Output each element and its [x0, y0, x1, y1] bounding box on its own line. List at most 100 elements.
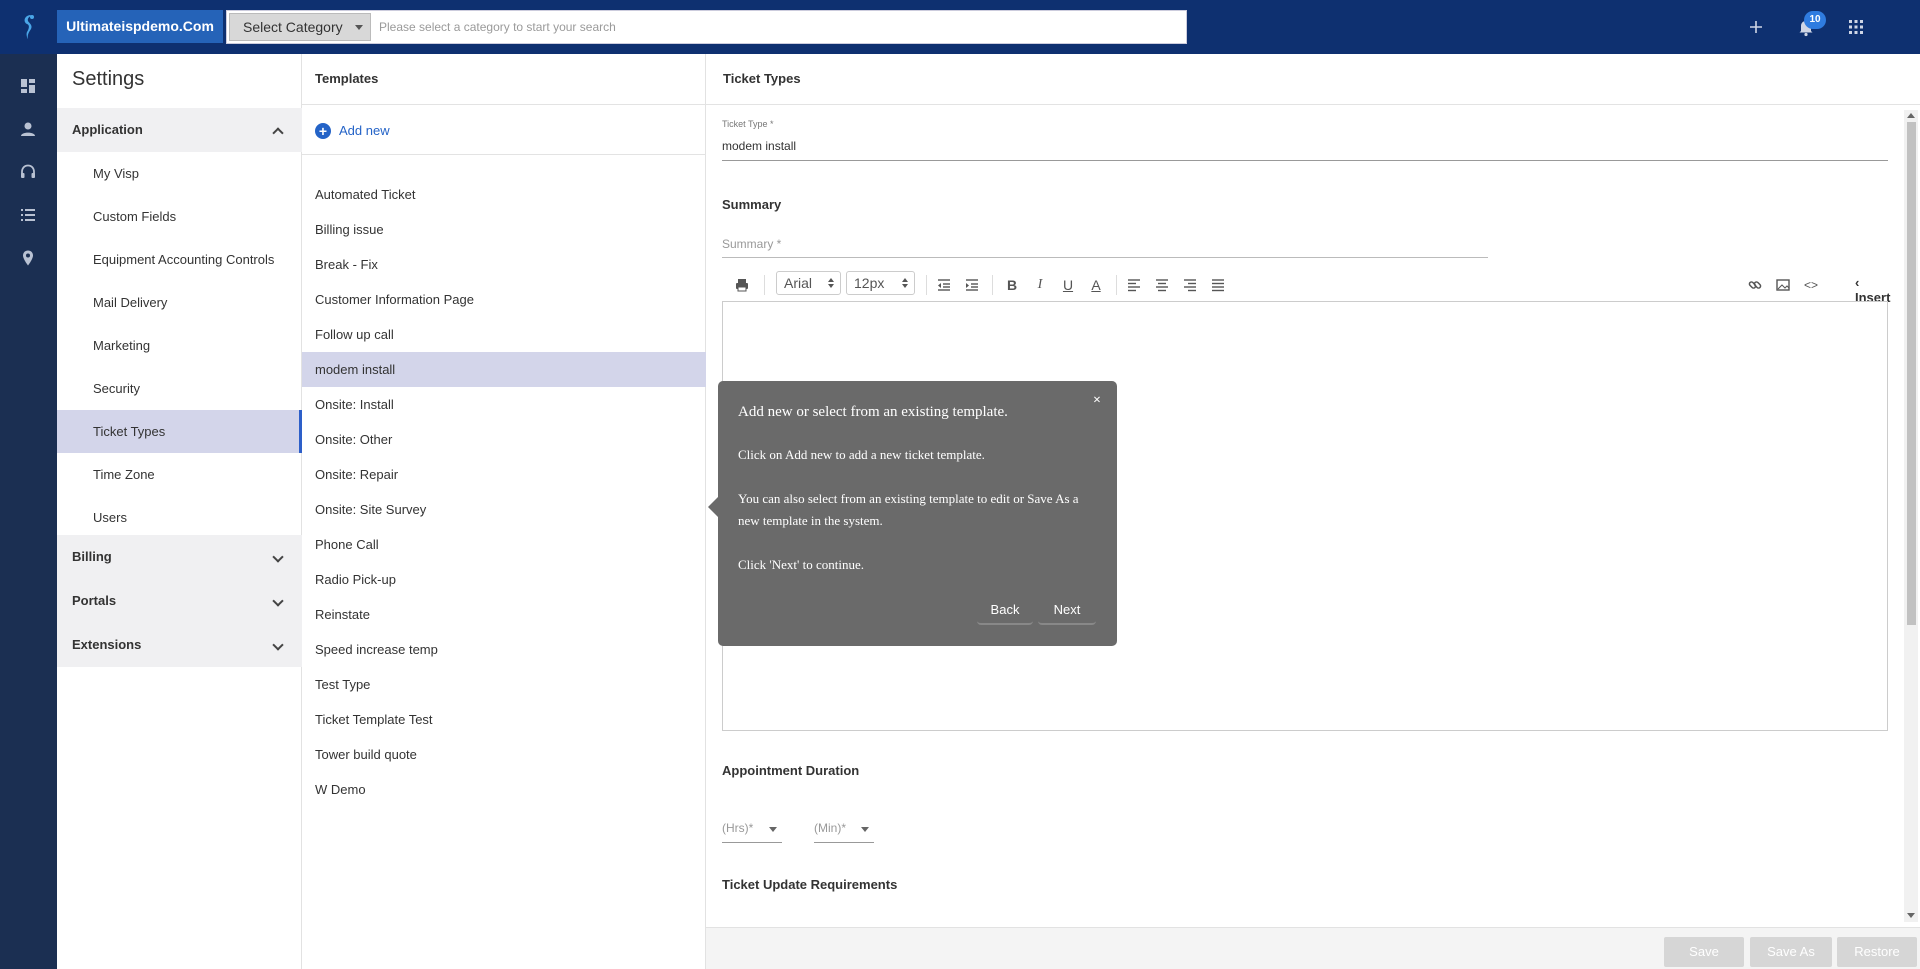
template-item[interactable]: Tower build quote	[302, 737, 706, 772]
add-new-button[interactable]: + Add new	[315, 121, 390, 141]
summary-input[interactable]: Summary *	[722, 237, 781, 251]
close-icon[interactable]: ×	[1093, 393, 1101, 409]
align-right-icon[interactable]	[1182, 277, 1198, 293]
font-size-select[interactable]: 12px	[846, 271, 915, 295]
template-item[interactable]: Break - Fix	[302, 247, 706, 282]
image-icon[interactable]	[1775, 277, 1791, 293]
nav-item-equipment-accounting-controls[interactable]: Equipment Accounting Controls	[57, 238, 302, 281]
template-item[interactable]: Ticket Template Test	[302, 702, 706, 737]
template-item[interactable]: Onsite: Repair	[302, 457, 706, 492]
left-rail: ?	[0, 54, 57, 969]
template-item[interactable]: W Demo	[302, 772, 706, 807]
ticket-update-requirements-heading: Ticket Update Requirements	[722, 877, 898, 892]
settings-nav: Settings Application My Visp Custom Fiel…	[57, 54, 302, 969]
font-family-value: Arial	[784, 275, 813, 291]
search-input[interactable]	[379, 13, 1179, 41]
template-item[interactable]: Radio Pick-up	[302, 562, 706, 597]
print-icon[interactable]	[734, 277, 750, 293]
hours-placeholder: (Hrs)*	[722, 821, 754, 835]
text-color-icon[interactable]: A	[1088, 277, 1104, 293]
scroll-up-arrow-icon[interactable]	[1907, 113, 1915, 118]
indent-icon[interactable]	[964, 277, 980, 293]
restore-button[interactable]: Restore	[1837, 937, 1917, 967]
nav-section-portals[interactable]: Portals	[57, 579, 302, 623]
template-item[interactable]: Follow up call	[302, 317, 706, 352]
template-item[interactable]: Speed increase temp	[302, 632, 706, 667]
font-size-value: 12px	[854, 275, 885, 291]
template-item[interactable]: Onsite: Install	[302, 387, 706, 422]
nav-section-label: Extensions	[72, 637, 142, 652]
template-item[interactable]: Automated Ticket	[302, 177, 706, 212]
back-button[interactable]: Back	[977, 597, 1033, 625]
nav-section-application[interactable]: Application	[57, 108, 302, 152]
map-pin-icon[interactable]	[18, 248, 38, 268]
chevron-down-icon	[272, 595, 284, 607]
underline-icon[interactable]: U	[1060, 277, 1076, 293]
ticket-type-input[interactable]: modem install	[722, 139, 796, 153]
notification-badge: 10	[1804, 11, 1826, 29]
nav-section-label: Billing	[72, 549, 112, 564]
chevron-left-icon: ‹	[1855, 275, 1860, 290]
toolbar-divider	[926, 275, 927, 295]
brand-button[interactable]: Ultimateispdemo.Com	[57, 10, 223, 43]
next-button[interactable]: Next	[1038, 597, 1096, 625]
add-new-label: Add new	[339, 123, 390, 138]
align-left-icon[interactable]	[1126, 277, 1142, 293]
template-item[interactable]: Reinstate	[302, 597, 706, 632]
nav-item-my-visp[interactable]: My Visp	[57, 152, 302, 195]
hours-select[interactable]: (Hrs)*	[722, 821, 782, 841]
category-select[interactable]: Select Category	[229, 13, 371, 41]
minutes-select[interactable]: (Min)*	[814, 821, 874, 841]
scrollbar-thumb[interactable]	[1907, 122, 1916, 625]
updown-arrow-icon	[902, 278, 908, 288]
save-as-button[interactable]: Save As	[1750, 937, 1832, 967]
bold-icon[interactable]: B	[1004, 277, 1020, 293]
plus-circle-icon: +	[315, 123, 331, 139]
nav-section-label: Application	[72, 122, 143, 137]
app-logo-icon[interactable]	[18, 12, 40, 42]
nav-item-security[interactable]: Security	[57, 367, 302, 410]
list-icon[interactable]	[18, 205, 38, 225]
summary-heading: Summary	[722, 197, 782, 212]
scrollbar[interactable]	[1904, 110, 1918, 922]
scroll-down-arrow-icon[interactable]	[1907, 913, 1915, 918]
font-family-select[interactable]: Arial	[776, 271, 841, 295]
nav-item-ticket-types[interactable]: Ticket Types	[57, 410, 302, 453]
save-button[interactable]: Save	[1664, 937, 1744, 967]
italic-icon[interactable]: I	[1032, 277, 1048, 293]
nav-item-mail-delivery[interactable]: Mail Delivery	[57, 281, 302, 324]
popover-title: Add new or select from an existing templ…	[738, 404, 1008, 420]
global-search: Select Category	[226, 10, 1187, 44]
nav-item-marketing[interactable]: Marketing	[57, 324, 302, 367]
link-icon[interactable]	[1747, 277, 1763, 293]
nav-section-billing[interactable]: Billing	[57, 535, 302, 579]
nav-section-extensions[interactable]: Extensions	[57, 623, 302, 667]
template-item[interactable]: Billing issue	[302, 212, 706, 247]
popover-text: Click on Add new to add a new ticket tem…	[738, 447, 985, 462]
settings-title: Settings	[72, 68, 145, 90]
template-item[interactable]: Onsite: Other	[302, 422, 706, 457]
nav-item-time-zone[interactable]: Time Zone	[57, 453, 302, 496]
divider	[302, 104, 706, 105]
template-item[interactable]: Onsite: Site Survey	[302, 492, 706, 527]
nav-item-users[interactable]: Users	[57, 496, 302, 539]
nav-item-custom-fields[interactable]: Custom Fields	[57, 195, 302, 238]
code-icon[interactable]: <>	[1803, 277, 1819, 293]
template-item[interactable]: Customer Information Page	[302, 282, 706, 317]
dashboard-icon[interactable]	[18, 76, 38, 96]
template-item[interactable]: Test Type	[302, 667, 706, 702]
align-justify-icon[interactable]	[1210, 277, 1226, 293]
align-center-icon[interactable]	[1154, 277, 1170, 293]
popover-arrow	[708, 497, 718, 517]
outdent-icon[interactable]	[936, 277, 952, 293]
toolbar-divider	[764, 275, 765, 295]
add-icon[interactable]	[1745, 16, 1767, 38]
headset-icon[interactable]	[18, 162, 38, 182]
input-underline	[722, 842, 782, 843]
template-item[interactable]: Phone Call	[302, 527, 706, 562]
apps-grid-icon[interactable]	[1845, 16, 1867, 38]
user-icon[interactable]	[18, 119, 38, 139]
input-underline	[722, 257, 1488, 258]
template-item-selected[interactable]: modem install	[302, 352, 706, 387]
updown-arrow-icon	[828, 278, 834, 288]
